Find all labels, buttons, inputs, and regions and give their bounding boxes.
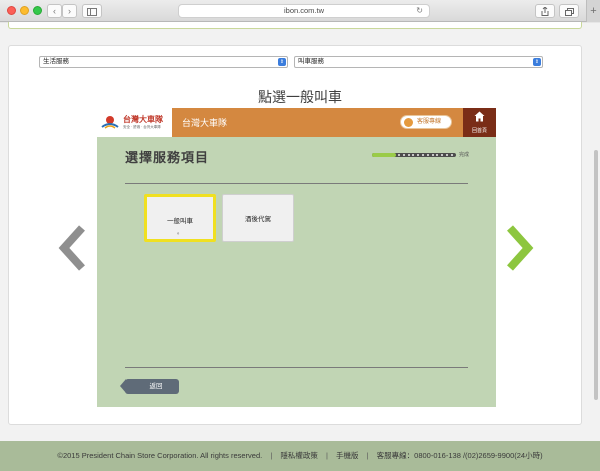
address-bar[interactable]: ibon.com.tw ↻	[178, 4, 430, 18]
forward-nav-button[interactable]: ›	[62, 4, 77, 18]
new-tab-button[interactable]: +	[586, 0, 600, 22]
progress-step-dot	[412, 154, 415, 156]
footer-separator: |	[366, 451, 369, 460]
progress-step-dot	[441, 154, 444, 156]
progress-step-dot	[417, 154, 420, 156]
option-general-taxi[interactable]: 一般叫車 。	[144, 194, 216, 242]
page-footer: ©2015 President Chain Store Corporation.…	[0, 441, 600, 471]
progress-step-dot	[407, 154, 410, 156]
zoom-window-button[interactable]	[33, 6, 42, 15]
share-icon	[541, 6, 549, 16]
progress-step-dot	[436, 154, 439, 156]
tabs-overview-button[interactable]	[559, 4, 579, 18]
page-heading: 點選一般叫車	[258, 89, 342, 105]
next-arrow-icon[interactable]	[502, 224, 538, 272]
hotline-text: 客服專線：0800-016-138 /(02)2659-9900(24小時)	[376, 451, 543, 460]
back-nav-button[interactable]: ‹	[47, 4, 62, 18]
kiosk-panel: 選擇服務項目 完成 一般叫車 。 酒後代駕 返回	[97, 137, 496, 407]
customer-service-button[interactable]: 客服專線	[400, 115, 452, 129]
logo-text: 台灣大車隊	[123, 114, 163, 124]
taxi-logo-icon	[101, 116, 119, 129]
progress-step-dot	[402, 154, 405, 156]
page-scrollbar[interactable]	[594, 150, 598, 400]
url-text: ibon.com.tw	[283, 6, 325, 15]
progress-fill	[372, 153, 396, 157]
progress-step-dot	[398, 154, 400, 156]
progress-step-dot	[431, 154, 434, 156]
service-type-value: 叫車服務	[298, 58, 324, 65]
back-button[interactable]: 返回	[120, 379, 179, 394]
logo-subtext: 安全 · 舒適 · 台灣大車隊	[123, 125, 161, 129]
tabs-icon	[564, 8, 574, 16]
home-icon	[474, 111, 485, 122]
privacy-link[interactable]: 隱私權政策	[280, 451, 318, 460]
progress-step-dot	[446, 154, 448, 156]
progress-step-dot	[426, 154, 429, 156]
progress-step-dot	[450, 154, 453, 156]
copyright-text: ©2015 President Chain Store Corporation.…	[57, 451, 263, 460]
bottom-divider	[125, 367, 468, 368]
mobile-link[interactable]: 手機版	[336, 451, 359, 460]
previous-arrow-icon[interactable]	[54, 224, 90, 272]
kiosk-header: 台灣大車隊 安全 · 舒適 · 台灣大車隊 台灣大車隊 客服專線 回首頁	[97, 108, 496, 137]
home-label: 回首頁	[471, 128, 487, 134]
progress-label: 完成	[459, 152, 470, 158]
option-label: 一般叫車	[167, 218, 193, 225]
minimize-window-button[interactable]	[20, 6, 29, 15]
progress-step-dot	[422, 154, 424, 156]
select-arrows-icon: ⇕	[278, 58, 286, 66]
share-button[interactable]	[535, 4, 555, 18]
option-label: 酒後代駕	[245, 216, 271, 223]
customer-service-label: 客服專線	[417, 119, 442, 125]
reload-icon[interactable]: ↻	[416, 5, 423, 17]
option-sublabel: 。	[176, 230, 183, 236]
browser-toolbar: ‹ › ibon.com.tw ↻ +	[0, 0, 600, 22]
footer-separator: |	[325, 451, 328, 460]
sidebar-icon	[87, 8, 97, 16]
close-window-button[interactable]	[7, 6, 16, 15]
kiosk-header-title: 台灣大車隊	[182, 118, 228, 128]
select-arrows-icon: ⇕	[533, 58, 541, 66]
panel-title: 選擇服務項目	[125, 150, 210, 165]
kiosk-header-bar: 台灣大車隊 客服專線	[172, 108, 463, 137]
progress-bar	[372, 153, 456, 157]
service-category-select[interactable]: 生活服務 ⇕	[39, 56, 288, 68]
option-designated-driver[interactable]: 酒後代駕	[222, 194, 294, 242]
back-button-label: 返回	[149, 383, 163, 390]
phone-icon	[404, 118, 413, 127]
top-divider	[125, 183, 468, 184]
home-button[interactable]: 回首頁	[463, 108, 496, 137]
top-border-strip	[8, 22, 582, 29]
taxi-logo: 台灣大車隊 安全 · 舒適 · 台灣大車隊	[97, 108, 172, 137]
sidebar-toggle-button[interactable]	[82, 4, 102, 18]
footer-separator: |	[270, 451, 273, 460]
service-type-select[interactable]: 叫車服務 ⇕	[294, 56, 543, 68]
service-category-value: 生活服務	[43, 58, 69, 65]
